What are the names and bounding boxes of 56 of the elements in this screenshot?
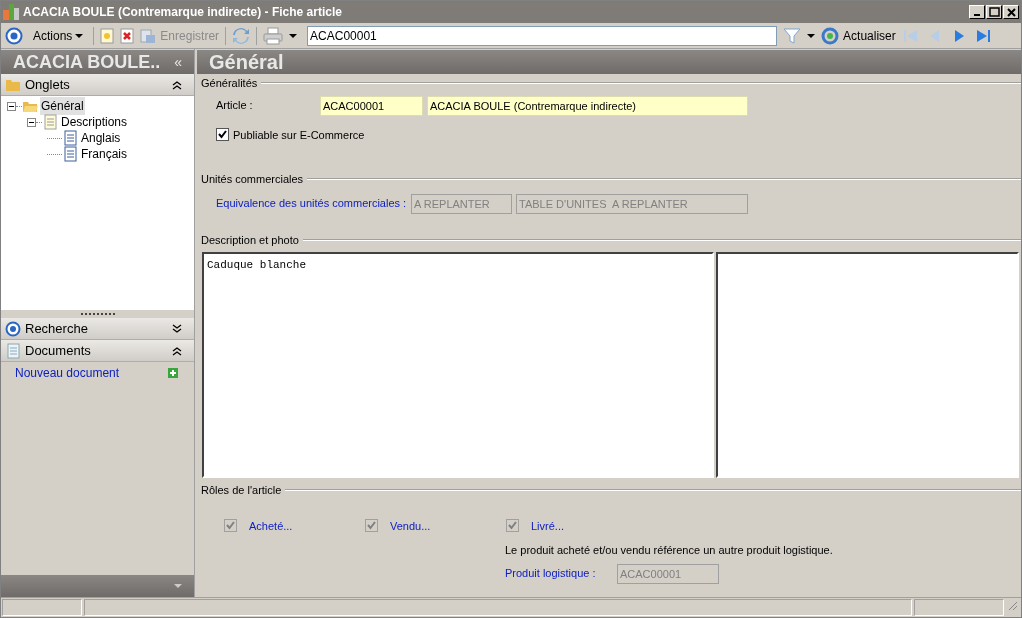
collapse-chevron-icon <box>172 79 182 90</box>
document-icon <box>5 342 21 359</box>
minimize-button[interactable] <box>969 5 985 19</box>
dropdown-caret-icon <box>75 32 84 39</box>
tree-item[interactable]: Français <box>80 145 128 163</box>
checkbox-label: Publiable sur E-Commerce <box>233 127 365 143</box>
add-icon[interactable] <box>168 368 178 378</box>
section-heading: Généralités <box>201 76 258 91</box>
description-textarea[interactable]: Caduque blanche <box>202 252 714 478</box>
tree-item[interactable]: Général <box>40 97 85 115</box>
new-document-link[interactable]: Nouveau document <box>15 364 120 382</box>
minimize-icon <box>974 14 980 16</box>
maximize-icon <box>987 5 1001 19</box>
app-logo-icon <box>3 4 19 20</box>
collapse-button[interactable]: « <box>174 55 182 69</box>
target-icon <box>5 320 21 337</box>
document-icon <box>42 114 58 130</box>
panel-header[interactable]: Onglets <box>1 74 194 96</box>
field-label: Article : <box>216 98 254 114</box>
window-title: ACACIA BOULE (Contremarque indirecte) - Fiche article <box>23 4 342 21</box>
refresh-button[interactable]: Actualiser <box>821 26 896 45</box>
tree-item[interactable]: Descriptions <box>60 113 129 131</box>
close-button[interactable] <box>1003 5 1019 19</box>
target-icon[interactable] <box>5 26 23 45</box>
role-link[interactable]: Livré... <box>531 517 564 534</box>
role-link[interactable]: Vendu... <box>390 517 431 534</box>
close-icon <box>1004 5 1018 19</box>
field-label: Equivalence des unités commerciales : <box>216 196 408 212</box>
field-label: Produit logistique : <box>505 566 597 582</box>
section-heading: Rôles de l'article <box>201 483 282 498</box>
section-heading: Description et photo <box>201 232 299 248</box>
panel-header[interactable]: Recherche <box>1 318 194 340</box>
delete-icon[interactable] <box>120 27 135 44</box>
sidebar-title: ACACIA BOULE.. <box>13 53 161 71</box>
section-heading: Unités commerciales <box>201 172 304 187</box>
checkbox[interactable] <box>216 128 229 142</box>
collapse-toggle-icon[interactable] <box>27 117 36 127</box>
note-text: Le produit acheté et/ou vendu référence un autre produit logistique. <box>504 543 834 558</box>
collapse-chevron-icon <box>172 345 182 356</box>
panel-header[interactable]: Documents <box>1 340 194 362</box>
article-code-field[interactable]: ACAC00001 <box>320 95 423 116</box>
role-link[interactable]: Acheté... <box>249 517 293 534</box>
page-icon <box>62 130 78 146</box>
tree-item[interactable]: Anglais <box>80 129 122 147</box>
search-field[interactable]: ACAC00001 <box>307 25 778 46</box>
save-icon <box>140 27 157 44</box>
content-title: Général <box>209 52 284 72</box>
article-name-field[interactable]: ACACIA BOULE (Contremarque indirecte) <box>427 95 748 116</box>
expand-chevron-icon <box>172 323 182 334</box>
dropdown-caret-icon[interactable] <box>807 32 816 39</box>
collapse-toggle-icon[interactable] <box>7 101 16 111</box>
refresh-icon <box>821 26 840 45</box>
page-icon <box>62 146 78 162</box>
actions-menu[interactable]: Actions <box>29 26 88 45</box>
dropdown-caret-icon[interactable] <box>289 32 298 39</box>
maximize-button[interactable] <box>986 5 1002 19</box>
